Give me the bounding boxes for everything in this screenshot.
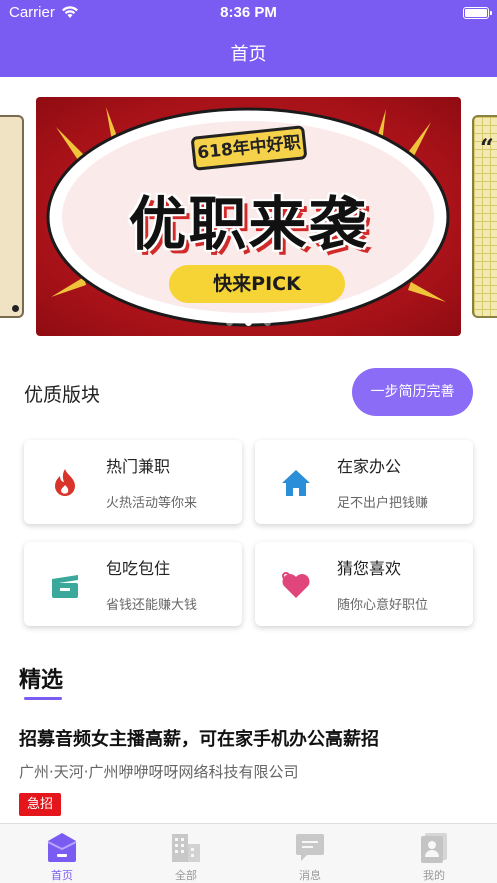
tab-home[interactable]: 首页: [0, 824, 124, 883]
complete-resume-button[interactable]: 一步简历完善: [352, 368, 473, 416]
tab-messages[interactable]: 消息: [248, 824, 372, 883]
top-header: Carrier 8:36 PM 首页: [0, 0, 497, 77]
featured-underline: [24, 697, 62, 700]
card-desc: 足不出户把钱赚: [337, 496, 429, 511]
tab-bar: 首页 全部 消息 我的: [0, 823, 497, 883]
tab-all[interactable]: 全部: [124, 824, 248, 883]
flame-icon: [48, 467, 82, 499]
card-hot-parttime[interactable]: 热门兼职 火热活动等你来: [24, 440, 242, 524]
chat-icon: [293, 830, 327, 864]
banner-headline: 优职来袭: [128, 190, 369, 258]
job-company: 广州·天河·广州咿咿呀呀网络科技有限公司: [19, 763, 299, 781]
clock: 8:36 PM: [220, 4, 277, 21]
tab-label: 首页: [51, 869, 73, 882]
card-name: 热门兼职: [106, 457, 171, 476]
banner-slide[interactable]: 618年中好职 优职来袭 快来PICK: [36, 97, 461, 336]
banner-next-slide[interactable]: “: [472, 115, 497, 318]
status-bar: Carrier 8:36 PM: [0, 4, 497, 24]
card-desc: 省钱还能赚大钱: [106, 598, 198, 613]
banner-carousel[interactable]: “ 618年中好职 优职来袭 快来PICK: [0, 77, 497, 352]
card-recommended[interactable]: 猜您喜欢 随你心意好职位: [255, 542, 473, 626]
featured-title: 精选: [19, 668, 64, 693]
tray-icon: [48, 569, 82, 601]
carousel-indicator: [36, 319, 461, 326]
banner-cta-button[interactable]: 快来PICK: [169, 265, 345, 303]
carousel-dot-active[interactable]: [245, 319, 252, 326]
job-title[interactable]: 招募音频女主播高薪，可在家手机办公高薪招: [19, 725, 379, 751]
tab-label: 消息: [299, 869, 321, 882]
card-work-from-home[interactable]: 在家办公 足不出户把钱赚: [255, 440, 473, 524]
tab-label: 全部: [175, 869, 197, 882]
card-name: 包吃包住: [106, 559, 171, 578]
carousel-dot[interactable]: [264, 319, 271, 326]
home-icon: [45, 830, 79, 864]
profile-icon: [417, 830, 451, 864]
battery-icon: [463, 7, 492, 19]
card-desc: 随你心意好职位: [337, 598, 429, 613]
card-room-board[interactable]: 包吃包住 省钱还能赚大钱: [24, 542, 242, 626]
card-name: 在家办公: [337, 457, 402, 476]
tab-label: 我的: [423, 869, 445, 882]
card-desc: 火热活动等你来: [106, 496, 198, 511]
page-title: 首页: [230, 44, 267, 65]
house-icon: [279, 467, 313, 499]
quote-icon: “: [480, 133, 494, 162]
heart-icon: [279, 569, 313, 601]
section-title: 优质版块: [24, 384, 101, 406]
tab-profile[interactable]: 我的: [372, 824, 496, 883]
card-name: 猜您喜欢: [337, 559, 402, 578]
banner-prev-slide[interactable]: [0, 115, 24, 318]
building-icon: [169, 830, 203, 864]
carousel-dot[interactable]: [226, 319, 233, 326]
urgent-badge: 急招: [19, 793, 61, 816]
